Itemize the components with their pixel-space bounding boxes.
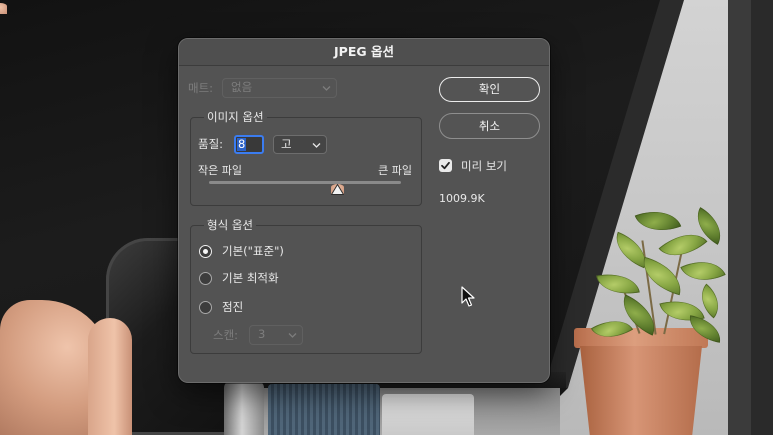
jpeg-options-dialog: JPEG 옵션 매트: 없음 이미지 옵션 품질: 8 고 작은 파일 큰 파일 bbox=[178, 38, 550, 383]
dialog-titlebar[interactable]: JPEG 옵션 bbox=[179, 39, 549, 66]
preview-option[interactable]: 미리 보기 bbox=[439, 159, 529, 173]
format-baseline-standard-option[interactable]: 기본("표준") bbox=[199, 244, 399, 259]
ok-button[interactable]: 확인 bbox=[439, 77, 540, 102]
quality-slider-thumb[interactable] bbox=[330, 184, 344, 195]
format-options-legend: 형식 옵션 bbox=[204, 218, 256, 232]
quality-label: 품질: bbox=[198, 137, 224, 151]
preview-label: 미리 보기 bbox=[461, 159, 507, 173]
large-file-label: 큰 파일 bbox=[378, 164, 412, 177]
quality-input[interactable]: 8 bbox=[234, 135, 264, 154]
background-watch-band bbox=[268, 384, 380, 435]
quality-preset-dropdown[interactable]: 고 bbox=[273, 135, 327, 154]
file-size-readout: 1009.9K bbox=[439, 192, 485, 205]
matte-dropdown-value: 없음 bbox=[231, 80, 253, 94]
cancel-button-label: 취소 bbox=[478, 119, 501, 133]
app-side-panel-edge bbox=[751, 0, 773, 435]
radio-label: 점진 bbox=[222, 300, 244, 314]
cancel-button[interactable]: 취소 bbox=[439, 113, 540, 139]
app-side-panel bbox=[728, 0, 751, 435]
background-thumb bbox=[0, 3, 7, 14]
background-watch-edge bbox=[224, 380, 264, 435]
background-desk-object bbox=[382, 394, 474, 435]
checkmark-icon bbox=[441, 161, 450, 170]
scans-dropdown-value: 3 bbox=[258, 327, 266, 341]
ok-button-label: 확인 bbox=[478, 82, 501, 96]
quality-slider-track[interactable] bbox=[209, 181, 401, 195]
radio-label: 기본 최적화 bbox=[222, 271, 279, 285]
format-baseline-optimized-option[interactable]: 기본 최적화 bbox=[199, 271, 399, 286]
radio-button[interactable] bbox=[199, 272, 212, 285]
scans-label: 스캔: bbox=[213, 328, 239, 342]
background-plant-pot bbox=[580, 346, 702, 435]
radio-button[interactable] bbox=[199, 301, 212, 314]
matte-label: 매트: bbox=[188, 81, 214, 95]
small-file-label: 작은 파일 bbox=[198, 164, 242, 177]
format-options-group: 형식 옵션 기본("표준") 기본 최적화 점진 스캔: 3 bbox=[190, 218, 422, 354]
chevron-down-icon bbox=[312, 143, 321, 148]
radio-label: 기본("표준") bbox=[222, 244, 284, 258]
quality-input-value: 8 bbox=[237, 137, 247, 151]
quality-preset-value: 고 bbox=[281, 137, 292, 151]
preview-checkbox[interactable] bbox=[439, 159, 452, 172]
image-options-group: 이미지 옵션 품질: 8 고 작은 파일 큰 파일 bbox=[190, 110, 422, 206]
matte-dropdown: 없음 bbox=[222, 78, 337, 98]
background-finger bbox=[88, 318, 132, 435]
chevron-down-icon bbox=[322, 86, 331, 91]
mouse-cursor-icon bbox=[461, 286, 475, 307]
screen: JPEG 옵션 매트: 없음 이미지 옵션 품질: 8 고 작은 파일 큰 파일 bbox=[0, 0, 773, 435]
format-progressive-option[interactable]: 점진 bbox=[199, 300, 399, 315]
scans-dropdown: 3 bbox=[249, 325, 303, 345]
image-options-legend: 이미지 옵션 bbox=[204, 110, 267, 124]
dialog-title: JPEG 옵션 bbox=[334, 44, 394, 59]
chevron-down-icon bbox=[288, 333, 297, 338]
radio-button[interactable] bbox=[199, 245, 212, 258]
